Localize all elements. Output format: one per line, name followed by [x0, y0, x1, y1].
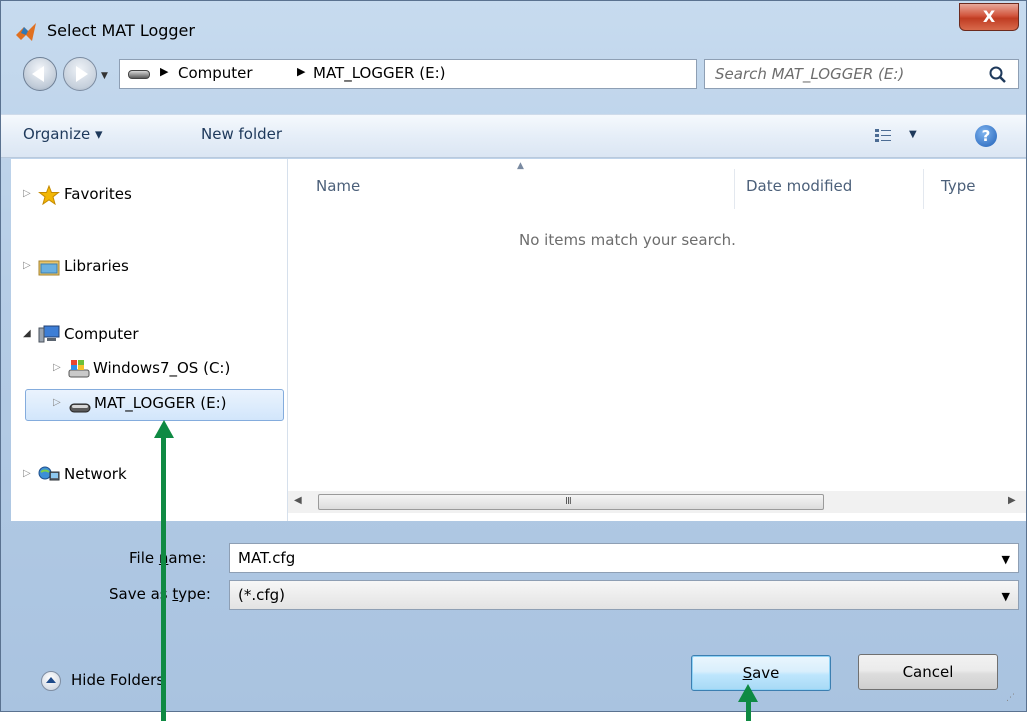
hide-folders-label: Hide Folders — [71, 671, 165, 689]
grip-icon: III — [565, 496, 572, 507]
windows-drive-icon — [68, 360, 90, 378]
tree-item-network[interactable]: ▷ Network — [11, 461, 281, 491]
save-as-type-label: Save as type: — [109, 585, 211, 603]
file-name-input[interactable]: MAT.cfg ▼ — [229, 543, 1019, 573]
collapse-arrow-icon[interactable]: ◢ — [23, 328, 31, 339]
empty-folder-message: No items match your search. — [519, 231, 736, 249]
search-placeholder: Search MAT_LOGGER (E:) — [715, 65, 905, 83]
expand-arrow-icon[interactable]: ▷ — [23, 260, 31, 271]
drive-icon — [128, 70, 150, 79]
scroll-left-icon[interactable]: ◀ — [294, 495, 302, 506]
expand-arrow-icon[interactable]: ▷ — [53, 362, 61, 373]
tree-label: Favorites — [64, 185, 132, 203]
forward-arrow-icon — [76, 66, 88, 82]
forward-button[interactable] — [63, 57, 97, 91]
libraries-icon — [38, 260, 60, 276]
tree-item-libraries[interactable]: ▷ Libraries — [11, 253, 281, 283]
annotation-arrow-line — [161, 436, 166, 721]
save-button[interactable]: Save — [691, 655, 831, 691]
navigation-bar: ▼ ▶ Computer ▶ MAT_LOGGER (E:) ▼ ⇆ Searc… — [1, 51, 1026, 97]
address-bar[interactable]: ▶ Computer ▶ MAT_LOGGER (E:) ▼ ⇆ — [119, 59, 787, 90]
organize-button[interactable]: Organize ▾ — [23, 125, 103, 143]
file-name-dropdown-icon[interactable]: ▼ — [1002, 553, 1010, 566]
save-as-type-dropdown-icon[interactable]: ▼ — [1002, 590, 1010, 603]
breadcrumb-computer[interactable]: Computer — [178, 64, 253, 82]
scrollbar-thumb[interactable]: III — [318, 494, 824, 510]
back-button[interactable] — [23, 57, 57, 91]
close-button[interactable]: X — [959, 3, 1019, 31]
help-icon[interactable]: ? — [975, 125, 997, 147]
save-as-type-select[interactable]: (*.cfg) ▼ — [229, 580, 1019, 610]
command-toolbar: Organize ▾ New folder ▼ ? — [1, 114, 1026, 158]
column-header-type[interactable]: Type — [941, 177, 975, 195]
cancel-button[interactable]: Cancel — [858, 654, 998, 690]
tree-item-drive-e[interactable]: ▷ MAT_LOGGER (E:) — [25, 389, 284, 421]
search-input[interactable]: Search MAT_LOGGER (E:) — [704, 59, 1019, 89]
file-list[interactable]: ▲ Name Date modified Type No items match… — [288, 159, 1026, 521]
title-bar: Select MAT Logger X — [1, 1, 1026, 51]
expand-arrow-icon[interactable]: ▷ — [53, 397, 61, 408]
column-divider[interactable] — [734, 169, 735, 209]
scroll-right-icon[interactable]: ▶ — [1008, 495, 1016, 506]
breadcrumb-chevron-icon[interactable]: ▶ — [160, 65, 168, 78]
horizontal-scrollbar[interactable]: ◀ III ▶ — [288, 491, 1026, 513]
tree-label: Network — [64, 465, 127, 483]
new-folder-button[interactable]: New folder — [201, 125, 282, 143]
network-icon — [38, 466, 60, 481]
file-name-label: File name: — [129, 549, 207, 567]
tree-label: Libraries — [64, 257, 129, 275]
dialog-footer: File name: MAT.cfg ▼ Save as type: (*.cf… — [1, 521, 1026, 711]
change-view-icon[interactable] — [875, 128, 891, 144]
tree-label: Computer — [64, 325, 139, 343]
file-name-value: MAT.cfg — [238, 549, 296, 567]
expand-arrow-icon[interactable]: ▷ — [23, 468, 31, 479]
tree-item-drive-c[interactable]: ▷ Windows7_OS (C:) — [11, 355, 281, 385]
resize-grip-icon[interactable]: ⋰ — [1006, 693, 1015, 703]
tree-item-favorites[interactable]: ▷ Favorites — [11, 181, 281, 211]
tree-label: Windows7_OS (C:) — [93, 359, 231, 377]
column-divider[interactable] — [923, 169, 924, 209]
save-as-type-value: (*.cfg) — [238, 586, 286, 604]
sort-ascending-icon: ▲ — [517, 161, 524, 171]
removable-drive-icon — [69, 403, 91, 413]
annotation-arrow-line — [746, 700, 751, 721]
column-header-date-modified[interactable]: Date modified — [746, 177, 852, 195]
breadcrumb-chevron-icon[interactable]: ▶ — [297, 65, 305, 78]
view-options-dropdown-icon[interactable]: ▼ — [909, 129, 917, 140]
tree-label: MAT_LOGGER (E:) — [94, 394, 227, 412]
tree-item-computer[interactable]: ◢ Computer — [11, 321, 281, 351]
computer-icon — [38, 325, 60, 343]
column-header-name[interactable]: Name — [316, 177, 360, 195]
matlab-icon — [16, 23, 36, 41]
file-dialog: Select MAT Logger X ▼ ▶ Computer ▶ MAT_L… — [0, 0, 1027, 712]
window-title: Select MAT Logger — [47, 21, 195, 40]
search-icon[interactable] — [988, 65, 1008, 85]
expand-arrow-icon[interactable]: ▷ — [23, 188, 31, 199]
star-icon — [38, 185, 60, 205]
navigation-pane[interactable]: ▷ Favorites ▷ Libraries ◢ Computer ▷ Win… — [11, 159, 288, 521]
collapse-up-icon — [41, 671, 61, 691]
back-arrow-icon — [32, 66, 44, 82]
recent-pages-dropdown-icon[interactable]: ▼ — [101, 71, 108, 81]
breadcrumb-mat-logger[interactable]: MAT_LOGGER (E:) — [313, 64, 445, 82]
